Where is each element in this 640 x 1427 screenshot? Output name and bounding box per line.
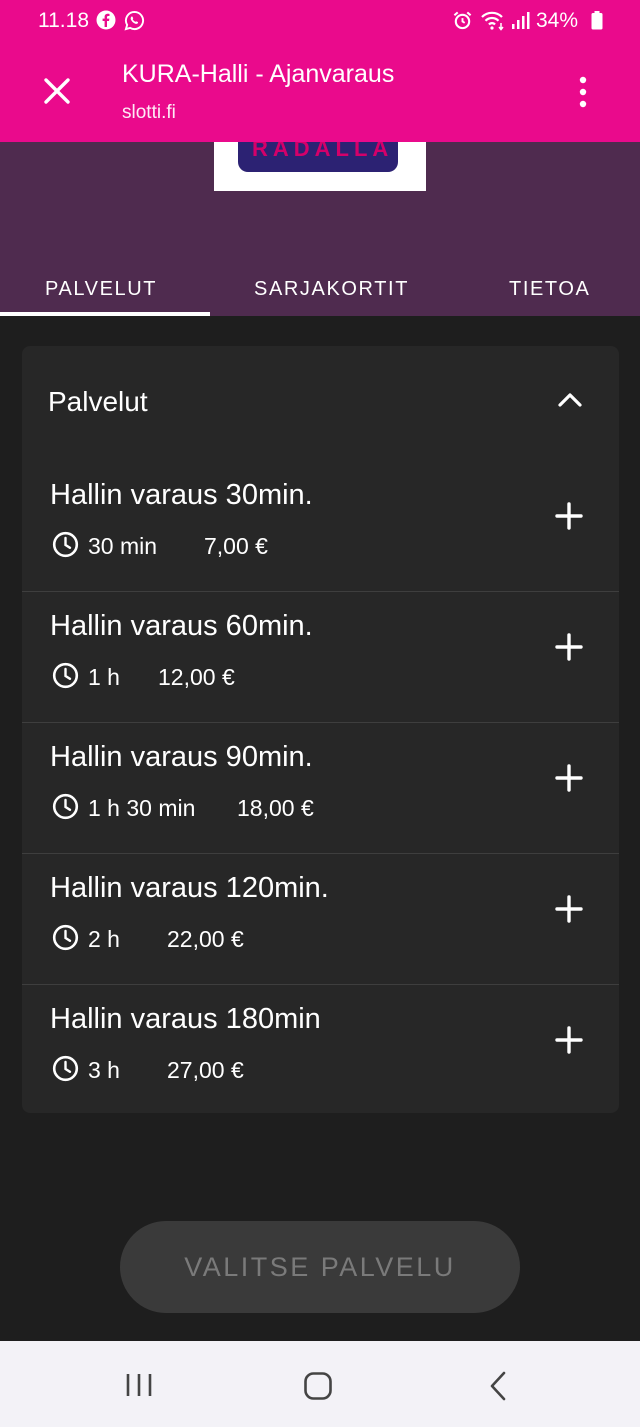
select-service-label: VALITSE PALVELU [184, 1251, 456, 1282]
more-vert-icon[interactable] [570, 74, 596, 110]
service-name: Hallin varaus 180min [50, 1003, 321, 1035]
service-item[interactable]: Hallin varaus 30min. 30 min 7,00 € [22, 461, 619, 592]
service-price: 18,00 € [237, 795, 314, 821]
plus-icon[interactable] [554, 632, 584, 662]
battery-icon [591, 11, 603, 30]
service-duration: 1 h [88, 664, 120, 690]
clock-icon [52, 531, 79, 558]
service-item[interactable]: Hallin varaus 90min. 1 h 30 min 18,00 € [22, 723, 619, 854]
clock-icon [52, 662, 79, 689]
service-duration: 30 min [88, 533, 158, 559]
service-name: Hallin varaus 60min. [50, 610, 313, 642]
logo-text: RADALLA [252, 142, 394, 161]
service-price: 7,00 € [204, 533, 268, 559]
recent-apps-icon[interactable] [124, 1372, 154, 1398]
service-item[interactable]: Hallin varaus 60min. 1 h 12,00 € [22, 592, 619, 723]
page-title: KURA-Halli - Ajanvaraus [122, 60, 395, 88]
status-time: 11.18 [38, 9, 89, 32]
status-bar: 11.18 34% [0, 0, 640, 42]
service-name: Hallin varaus 90min. [50, 741, 313, 773]
tab-tietoa[interactable]: TIETOA [509, 278, 590, 301]
chevron-up-icon[interactable] [557, 390, 583, 410]
tab-sarjakortit[interactable]: SARJAKORTIT [254, 278, 409, 301]
plus-icon[interactable] [554, 1025, 584, 1055]
select-service-button[interactable]: VALITSE PALVELU [120, 1221, 520, 1313]
service-item[interactable]: Hallin varaus 120min. 2 h 22,00 € [22, 854, 619, 985]
clock-icon [52, 1055, 79, 1082]
back-icon[interactable] [488, 1370, 508, 1402]
browser-custom-tab-bar: 11.18 34% KURA-Halli - Ajanvaraus slotti… [0, 0, 640, 142]
services-card: Palvelut Hallin varaus 30min. 30 min 7,0… [22, 346, 619, 1113]
system-nav-bar [0, 1341, 640, 1427]
wifi-icon [481, 11, 504, 31]
alarm-icon [453, 11, 472, 30]
close-icon[interactable] [40, 74, 74, 108]
battery-percent: 34% [536, 9, 579, 32]
clock-icon [52, 793, 79, 820]
logo: RADALLA [214, 142, 426, 191]
service-name: Hallin varaus 120min. [50, 872, 329, 904]
home-icon[interactable] [303, 1371, 333, 1401]
service-duration: 2 h [88, 926, 120, 952]
page-url: slotti.fi [122, 102, 176, 123]
signal-icon [512, 12, 530, 29]
tab-palvelut[interactable]: PALVELUT [45, 278, 157, 301]
services-heading: Palvelut [48, 386, 148, 417]
page: 11.18 34% KURA-Halli - Ajanvaraus slotti… [0, 0, 640, 1427]
active-tab-indicator [0, 312, 210, 316]
service-duration: 3 h [88, 1057, 120, 1083]
service-name: Hallin varaus 30min. [50, 479, 313, 511]
whatsapp-icon [124, 10, 144, 31]
service-price: 27,00 € [167, 1057, 244, 1083]
clock-icon [52, 924, 79, 951]
service-price: 12,00 € [158, 664, 235, 690]
plus-icon[interactable] [554, 763, 584, 793]
tab-bar: PALVELUT SARJAKORTIT TIETOA [0, 258, 640, 316]
plus-icon[interactable] [554, 894, 584, 924]
facebook-icon [96, 10, 116, 30]
service-item[interactable]: Hallin varaus 180min 3 h 27,00 € [22, 985, 619, 1116]
service-price: 22,00 € [167, 926, 244, 952]
plus-icon[interactable] [554, 501, 584, 531]
service-duration: 1 h 30 min [88, 795, 196, 821]
